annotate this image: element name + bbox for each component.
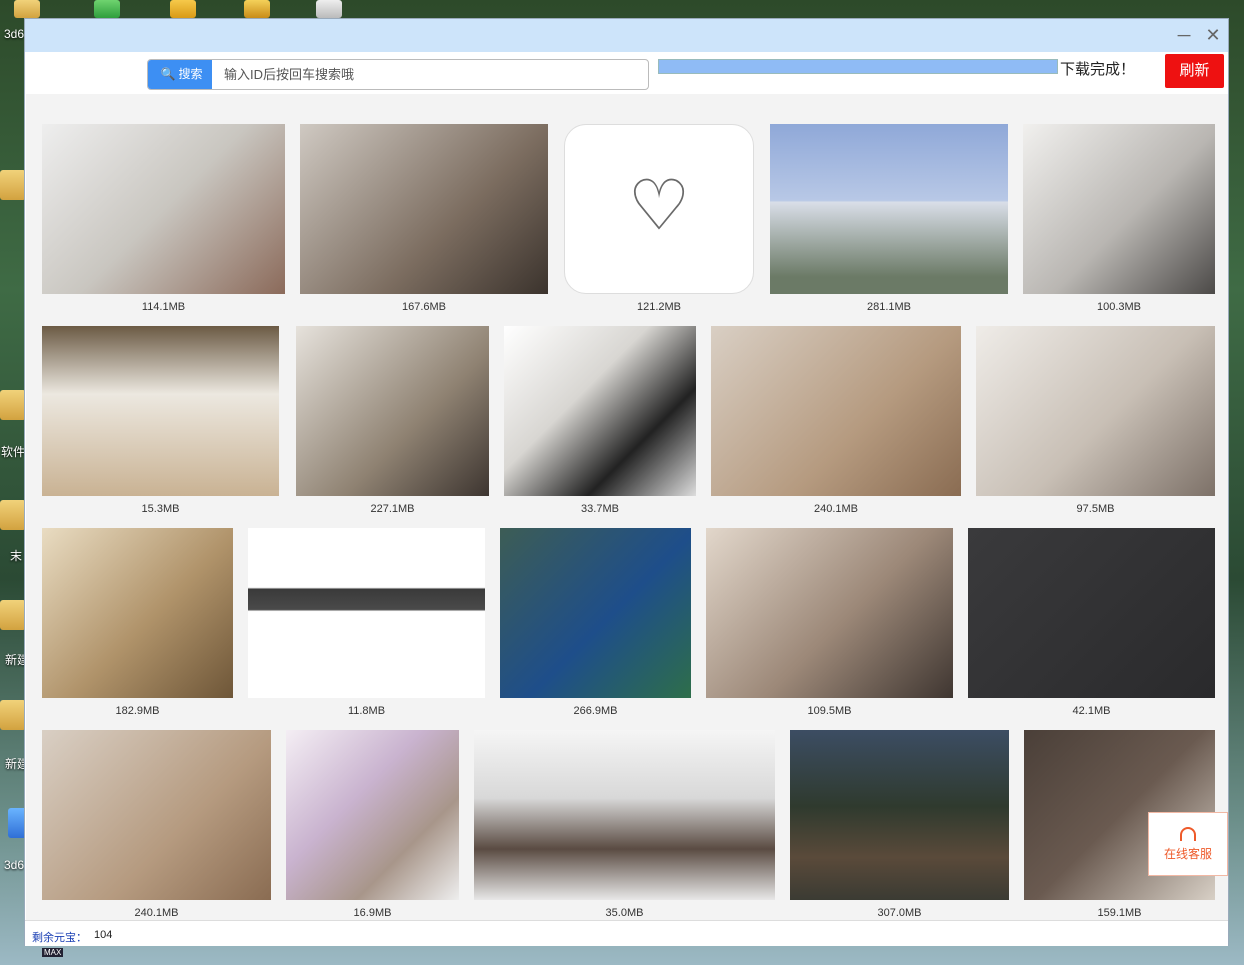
model-size: 11.8MB (347, 705, 386, 717)
balance-label: 剩余元宝： (32, 932, 87, 944)
progress-fill (659, 60, 1057, 73)
search-button-label: 搜索 (178, 67, 203, 81)
search-icon: 🔍 (160, 67, 176, 81)
model-size: 281.1MB (866, 301, 912, 313)
model-item[interactable]: 11.8MB (248, 528, 485, 720)
desktop-icon[interactable] (14, 0, 40, 18)
model-size: 15.3MB (141, 503, 180, 515)
model-size: 109.5MB (807, 705, 852, 717)
model-item[interactable]: 100.3MB (1023, 124, 1215, 316)
model-size: 240.1MB (813, 503, 859, 515)
model-item[interactable]: 97.5MB (976, 326, 1215, 518)
model-size: 266.9MB (573, 705, 618, 717)
search-input[interactable] (224, 60, 644, 89)
model-size: 159.1MB (1097, 907, 1142, 919)
model-size: 33.7MB (581, 503, 619, 515)
model-thumbnail[interactable] (770, 124, 1008, 294)
model-item[interactable]: 16.9MB (286, 730, 459, 920)
model-size: 121.2MB (636, 301, 682, 313)
app-window: ─ ✕ 🔍搜索 下载完成！ 刷新 114.1MB 167.6MB ♡ 121.2MB 2… (24, 18, 1229, 946)
desktop-folder-icon[interactable] (0, 500, 26, 530)
model-thumbnail[interactable] (1023, 124, 1215, 294)
desktop-icon-label: 软件 (1, 445, 26, 459)
minimize-button[interactable]: ─ (1171, 23, 1197, 47)
download-progress-bar (658, 59, 1058, 74)
model-thumbnail[interactable] (790, 730, 1009, 900)
model-item[interactable]: 240.1MB (42, 730, 271, 920)
model-thumbnail[interactable] (976, 326, 1215, 496)
model-thumbnail[interactable] (968, 528, 1215, 698)
close-button[interactable]: ✕ (1200, 23, 1226, 47)
model-size: 16.9MB (353, 907, 392, 919)
model-size: 100.3MB (1096, 301, 1142, 313)
balance-value: 104 (94, 929, 113, 941)
desktop-folder-icon[interactable] (0, 170, 26, 200)
model-item[interactable]: 42.1MB (968, 528, 1215, 720)
model-thumbnail[interactable] (42, 730, 271, 900)
model-item[interactable]: 266.9MB (500, 528, 691, 720)
model-thumbnail[interactable] (300, 124, 548, 294)
model-item[interactable]: 307.0MB (790, 730, 1009, 920)
model-item[interactable]: 114.1MB (42, 124, 285, 316)
model-item[interactable]: 182.9MB (42, 528, 233, 720)
model-size: 42.1MB (1072, 705, 1111, 717)
desktop-icon[interactable] (316, 0, 342, 18)
desktop-folder-icon[interactable] (0, 600, 26, 630)
desktop-icon[interactable] (244, 0, 270, 18)
model-thumbnail[interactable] (286, 730, 459, 900)
model-thumbnail[interactable] (42, 326, 279, 496)
model-thumbnail[interactable] (711, 326, 961, 496)
model-size: 97.5MB (1076, 503, 1115, 515)
desktop-icon-label: 3d6 (4, 858, 25, 872)
model-item[interactable]: 15.3MB (42, 326, 279, 518)
model-item[interactable]: 35.0MB (474, 730, 775, 920)
model-item[interactable]: 281.1MB (770, 124, 1008, 316)
model-thumbnail[interactable] (504, 326, 696, 496)
model-size: 167.6MB (401, 301, 447, 313)
search-bar: 🔍 搜索 (147, 59, 649, 90)
desktop-icon[interactable] (94, 0, 120, 18)
model-thumbnail[interactable]: ♡ (564, 124, 754, 294)
model-thumbnail[interactable] (42, 528, 233, 698)
model-item[interactable]: 33.7MB (504, 326, 696, 518)
model-size: 114.1MB (141, 301, 186, 313)
status-bar: 剩余元宝： 104 (25, 920, 1228, 946)
model-thumbnail[interactable] (500, 528, 691, 698)
desktop-icon-label: 3d6 (4, 27, 25, 41)
desktop-icon-label: 末 (10, 549, 23, 563)
headset-icon (1180, 827, 1196, 841)
model-thumbnail[interactable] (296, 326, 489, 496)
max-label: MAX (42, 948, 64, 957)
model-thumbnail[interactable] (474, 730, 775, 900)
download-status: 下载完成！ (1060, 61, 1136, 78)
title-bar: ─ ✕ (25, 19, 1228, 52)
model-item[interactable]: 240.1MB (711, 326, 961, 518)
model-size: 240.1MB (134, 907, 179, 919)
model-item[interactable]: 167.6MB (300, 124, 548, 316)
model-grid: 114.1MB 167.6MB ♡ 121.2MB 281.1MB 100.3MB 15.3… (26, 94, 1228, 920)
model-item[interactable]: 227.1MB (296, 326, 489, 518)
model-size: 307.0MB (877, 907, 922, 919)
model-thumbnail[interactable] (42, 124, 285, 294)
model-size: 227.1MB (370, 503, 415, 515)
model-thumbnail[interactable] (706, 528, 953, 698)
model-thumbnail[interactable] (248, 528, 485, 698)
desktop-folder-icon[interactable] (0, 390, 26, 420)
model-size: 182.9MB (115, 705, 160, 717)
online-support-button[interactable]: 在线客服 (1148, 812, 1228, 876)
refresh-button[interactable]: 刷新 (1165, 54, 1224, 88)
handshake-heart-icon: ♡ (627, 166, 691, 245)
support-label: 在线客服 (1163, 847, 1212, 861)
model-item[interactable]: 109.5MB (706, 528, 953, 720)
model-size: 35.0MB (605, 907, 644, 919)
model-item[interactable]: ♡ 121.2MB (564, 124, 754, 316)
desktop-icon[interactable] (170, 0, 196, 18)
search-button[interactable]: 🔍 搜索 (148, 60, 212, 89)
desktop-folder-icon[interactable] (0, 700, 26, 730)
